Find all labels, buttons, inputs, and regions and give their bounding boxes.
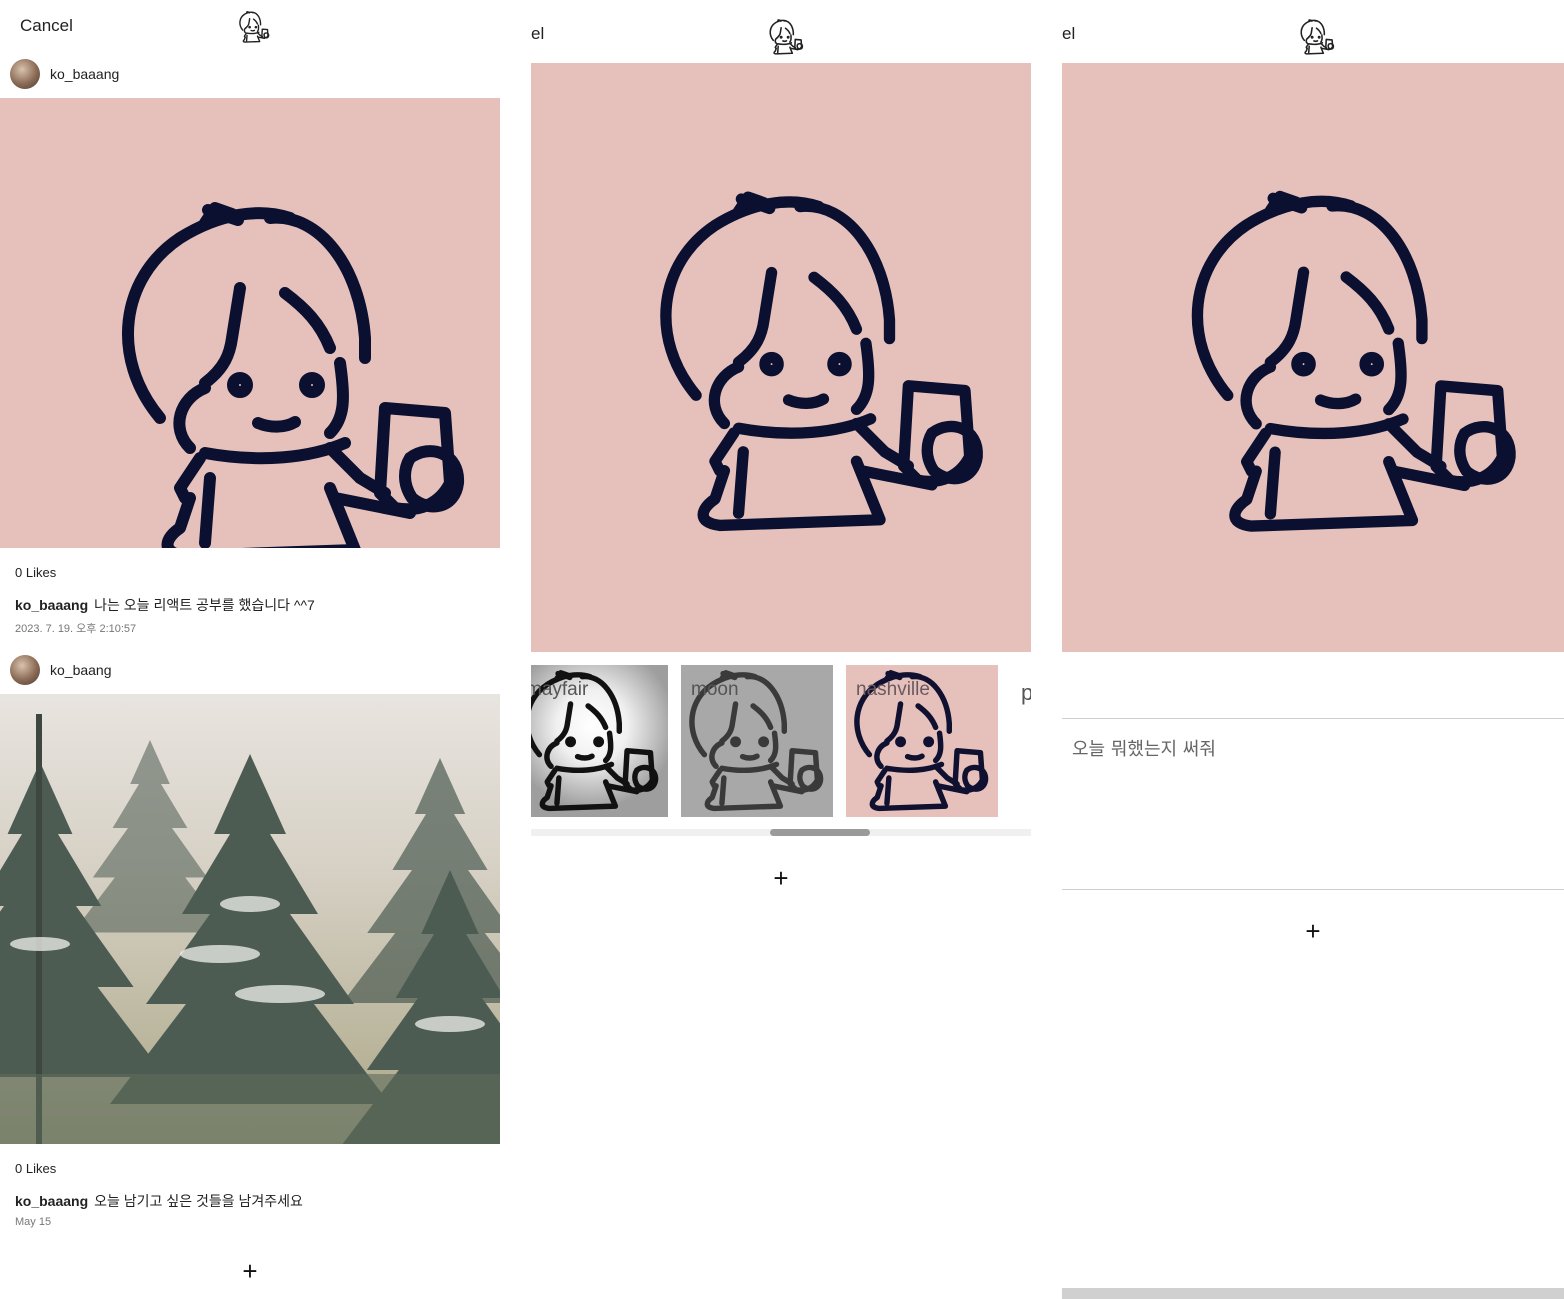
cancel-button[interactable]: el xyxy=(531,24,544,44)
add-button[interactable]: + xyxy=(1298,918,1328,944)
filter-option-moon[interactable]: moon xyxy=(681,665,833,817)
filter-option-mayfair[interactable]: mayfair xyxy=(531,665,668,817)
cancel-button[interactable]: el xyxy=(1062,24,1075,44)
post-username[interactable]: ko_baaang xyxy=(50,66,119,82)
character-logo-icon[interactable] xyxy=(237,10,271,44)
selected-image-preview xyxy=(1062,63,1564,652)
character-logo-icon[interactable] xyxy=(1298,18,1336,56)
caption-text: 오늘 남기고 싶은 것들을 남겨주세요 xyxy=(94,1193,303,1209)
post-timestamp: May 15 xyxy=(15,1216,52,1228)
bottom-scrollbar[interactable] xyxy=(1062,1288,1564,1299)
selected-image-preview xyxy=(531,63,1031,652)
write-header: el xyxy=(1062,0,1564,56)
add-button[interactable]: + xyxy=(766,865,796,891)
post-caption: ko_baaang 나는 오늘 리액트 공부를 했습니다 ^^7 xyxy=(15,595,315,615)
post-username[interactable]: ko_baang xyxy=(50,662,112,678)
feed-screen: Cancel ko_baaang 0 Likes ko_baaang 나는 오늘 … xyxy=(0,0,500,1299)
filter-header: el xyxy=(531,0,1031,56)
filter-label: moon xyxy=(691,679,739,700)
caption-text: 나는 오늘 리액트 공부를 했습니다 ^^7 xyxy=(94,597,315,613)
filter-option-next-label[interactable]: p xyxy=(1021,680,1031,706)
post-image-character[interactable] xyxy=(0,98,500,548)
likes-count: 0 Likes xyxy=(15,565,57,580)
write-screen: el + xyxy=(1062,0,1564,1299)
caption-username[interactable]: ko_baaang xyxy=(15,1193,88,1209)
likes-count: 0 Likes xyxy=(15,1161,57,1176)
filter-label: nashville xyxy=(856,679,930,700)
add-post-button[interactable]: + xyxy=(235,1258,265,1284)
post-image-forest[interactable] xyxy=(0,694,500,1144)
cancel-button[interactable]: Cancel xyxy=(20,16,73,36)
post-caption: ko_baaang 오늘 남기고 싶은 것들을 남겨주세요 xyxy=(15,1191,303,1211)
character-drawing xyxy=(1062,63,1564,652)
character-drawing xyxy=(0,98,500,548)
scrollbar-thumb[interactable] xyxy=(770,829,870,836)
post-author[interactable]: ko_baaang xyxy=(10,58,119,90)
divider xyxy=(1062,889,1564,890)
avatar[interactable] xyxy=(10,59,40,89)
snowy-pine-forest xyxy=(0,714,500,1144)
post-timestamp: 2023. 7. 19. 오후 2:10:57 xyxy=(15,623,137,635)
filter-screen: el mayfair moon nashville p + xyxy=(531,0,1031,1299)
post-author[interactable]: ko_baang xyxy=(10,654,112,686)
filter-option-nashville[interactable]: nashville xyxy=(846,665,998,817)
caption-textarea[interactable] xyxy=(1062,719,1564,889)
character-logo-icon[interactable] xyxy=(767,18,805,56)
avatar[interactable] xyxy=(10,655,40,685)
caption-username[interactable]: ko_baaang xyxy=(15,597,88,613)
filter-scrollbar[interactable] xyxy=(531,829,1031,836)
filter-label: mayfair xyxy=(531,679,589,700)
feed-header: Cancel xyxy=(0,0,500,56)
character-drawing xyxy=(531,63,1031,652)
